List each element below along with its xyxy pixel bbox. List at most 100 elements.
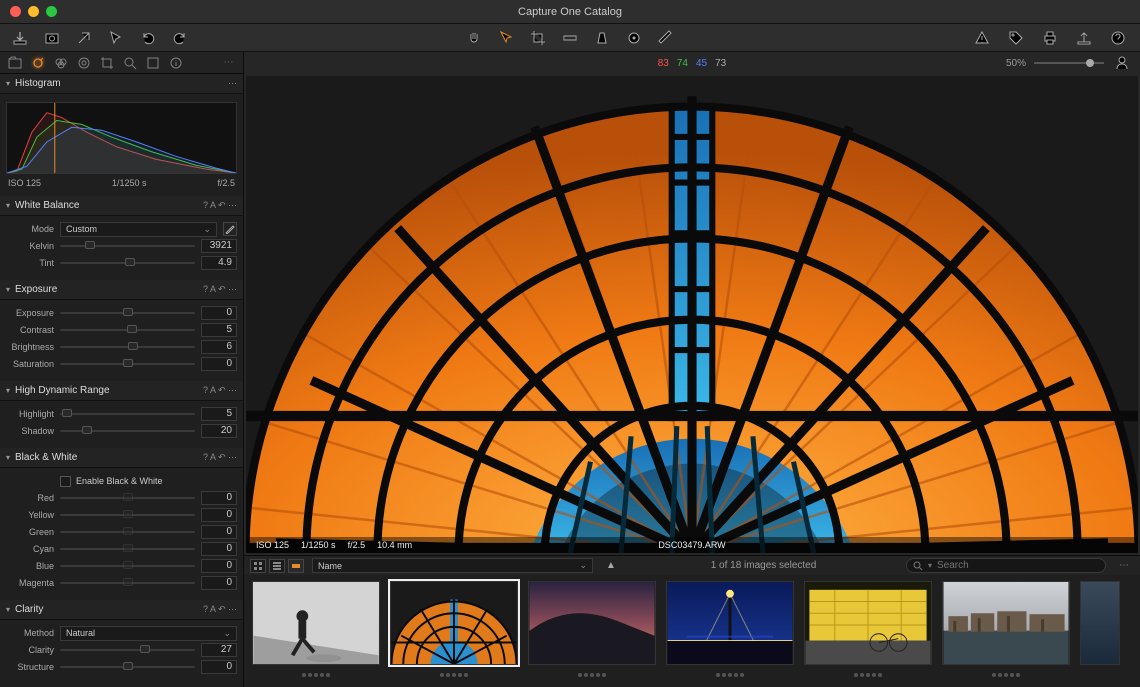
thumbnail-1[interactable] — [252, 581, 380, 665]
exposure-warning-slider[interactable] — [1034, 60, 1104, 66]
metadata-tab-icon[interactable] — [169, 56, 183, 70]
hdr-header[interactable]: ▾High Dynamic Range ? A ↶ ⋯ — [0, 381, 243, 401]
rating-bar[interactable] — [390, 667, 518, 683]
pan-icon[interactable] — [464, 28, 484, 48]
exp-contrast-slider[interactable] — [60, 329, 195, 331]
list-view-icon[interactable] — [269, 559, 285, 573]
browser-menu-icon[interactable]: ⋯ — [1114, 556, 1134, 576]
exp-exposure-slider[interactable] — [60, 312, 195, 314]
bw-cyan-value[interactable]: 0 — [201, 542, 237, 556]
grid-view-icon[interactable] — [250, 559, 266, 573]
wb-kelvin-slider[interactable] — [60, 245, 195, 247]
hdr-shadow-value[interactable]: 20 — [201, 424, 237, 438]
lens-tab-icon[interactable] — [77, 56, 91, 70]
brush-icon[interactable] — [656, 28, 676, 48]
panel-actions[interactable]: ? A ↶ ⋯ — [203, 284, 237, 295]
thumbnail-3[interactable] — [528, 581, 656, 665]
exp-brightness-value[interactable]: 6 — [201, 340, 237, 354]
exp-saturation-slider[interactable] — [60, 363, 195, 365]
clarity-structure-value[interactable]: 0 — [201, 660, 237, 674]
rating-bar[interactable] — [942, 667, 1070, 683]
clarity-header[interactable]: ▾Clarity ? A ↶ ⋯ — [0, 600, 243, 620]
crop-tab-icon[interactable] — [100, 56, 114, 70]
cursor-icon[interactable] — [106, 28, 126, 48]
panel-actions[interactable]: ⋯ — [228, 78, 237, 89]
thumbnail-4[interactable] — [666, 581, 794, 665]
exposure-header[interactable]: ▾Exposure ? A ↶ ⋯ — [0, 280, 243, 300]
clarity-clarity-value[interactable]: 27 — [201, 643, 237, 657]
wb-kelvin-value[interactable]: 3921 — [201, 239, 237, 253]
print-icon[interactable] — [1040, 28, 1060, 48]
search-chevron-icon[interactable]: ▾ — [928, 561, 932, 570]
bw-magenta-value[interactable]: 0 — [201, 576, 237, 590]
bw-enable-checkbox[interactable] — [60, 476, 71, 487]
select-icon[interactable] — [496, 28, 516, 48]
label-icon[interactable] — [1006, 28, 1026, 48]
wb-mode-dropdown[interactable]: Custom — [60, 222, 217, 237]
panel-actions[interactable]: ? A ↶ ⋯ — [203, 200, 237, 211]
thumbnail-5[interactable] — [804, 581, 932, 665]
bw-blue-slider[interactable] — [60, 565, 195, 567]
alert-icon[interactable] — [972, 28, 992, 48]
bw-cyan-slider[interactable] — [60, 548, 195, 550]
user-icon[interactable] — [1112, 53, 1132, 73]
exp-brightness-slider[interactable] — [60, 346, 195, 348]
bw-green-value[interactable]: 0 — [201, 525, 237, 539]
rating-bar[interactable] — [666, 667, 794, 683]
auto-adjust-icon[interactable] — [74, 28, 94, 48]
panel-actions[interactable]: ? A ↶ ⋯ — [203, 385, 237, 396]
exp-saturation-value[interactable]: 0 — [201, 357, 237, 371]
rotate-left-icon[interactable] — [138, 28, 158, 48]
wb-tint-value[interactable]: 4.9 — [201, 256, 237, 270]
exp-contrast-value[interactable]: 5 — [201, 323, 237, 337]
image-canvas[interactable]: ISO 125 1/1250 s f/2.5 10.4 mm DSC03479.… — [246, 76, 1138, 553]
rating-bar[interactable] — [252, 667, 380, 683]
wb-tint-slider[interactable] — [60, 262, 195, 264]
white-balance-header[interactable]: ▾White Balance ? A ↶ ⋯ — [0, 196, 243, 216]
thumbnail-2[interactable] — [390, 581, 518, 665]
sort-dropdown[interactable]: Name — [312, 558, 593, 573]
clarity-clarity-slider[interactable] — [60, 649, 195, 651]
details-tab-icon[interactable] — [123, 56, 137, 70]
panel-menu-icon[interactable]: ⋯ — [222, 56, 236, 70]
bw-header[interactable]: ▾Black & White ? A ↶ ⋯ — [0, 448, 243, 468]
export-icon[interactable] — [1074, 28, 1094, 48]
maximize-window-button[interactable] — [46, 6, 57, 17]
thumbnail-6[interactable] — [942, 581, 1070, 665]
color-tab-icon[interactable] — [54, 56, 68, 70]
capture-icon[interactable] — [42, 28, 62, 48]
minimize-window-button[interactable] — [28, 6, 39, 17]
rating-bar[interactable] — [528, 667, 656, 683]
hdr-highlight-slider[interactable] — [60, 413, 195, 415]
import-icon[interactable] — [10, 28, 30, 48]
thumbnail-7[interactable] — [1080, 581, 1120, 665]
bw-magenta-slider[interactable] — [60, 582, 195, 584]
hdr-highlight-value[interactable]: 5 — [201, 407, 237, 421]
bw-green-slider[interactable] — [60, 531, 195, 533]
close-window-button[interactable] — [10, 6, 21, 17]
clarity-structure-slider[interactable] — [60, 666, 195, 668]
panel-actions[interactable]: ? A ↶ ⋯ — [203, 604, 237, 615]
search-input[interactable] — [937, 560, 1099, 571]
clarity-method-dropdown[interactable]: Natural — [60, 626, 237, 641]
bw-yellow-slider[interactable] — [60, 514, 195, 516]
exposure-tab-icon[interactable] — [31, 56, 45, 70]
search-box[interactable]: ▾ — [906, 558, 1106, 573]
library-tab-icon[interactable] — [8, 56, 22, 70]
adjustments-tab-icon[interactable] — [146, 56, 160, 70]
hdr-shadow-slider[interactable] — [60, 430, 195, 432]
bw-yellow-value[interactable]: 0 — [201, 508, 237, 522]
exp-exposure-value[interactable]: 0 — [201, 306, 237, 320]
help-icon[interactable] — [1108, 28, 1128, 48]
straighten-icon[interactable] — [560, 28, 580, 48]
histogram-header[interactable]: ▾ Histogram ⋯ — [0, 74, 243, 94]
crop-icon[interactable] — [528, 28, 548, 48]
bw-red-slider[interactable] — [60, 497, 195, 499]
filmstrip-view-icon[interactable] — [288, 559, 304, 573]
rotate-right-icon[interactable] — [170, 28, 190, 48]
sort-direction-icon[interactable]: ▲ — [601, 556, 621, 576]
wb-picker-icon[interactable] — [223, 222, 237, 236]
keystone-icon[interactable] — [592, 28, 612, 48]
bw-red-value[interactable]: 0 — [201, 491, 237, 505]
spot-removal-icon[interactable] — [624, 28, 644, 48]
